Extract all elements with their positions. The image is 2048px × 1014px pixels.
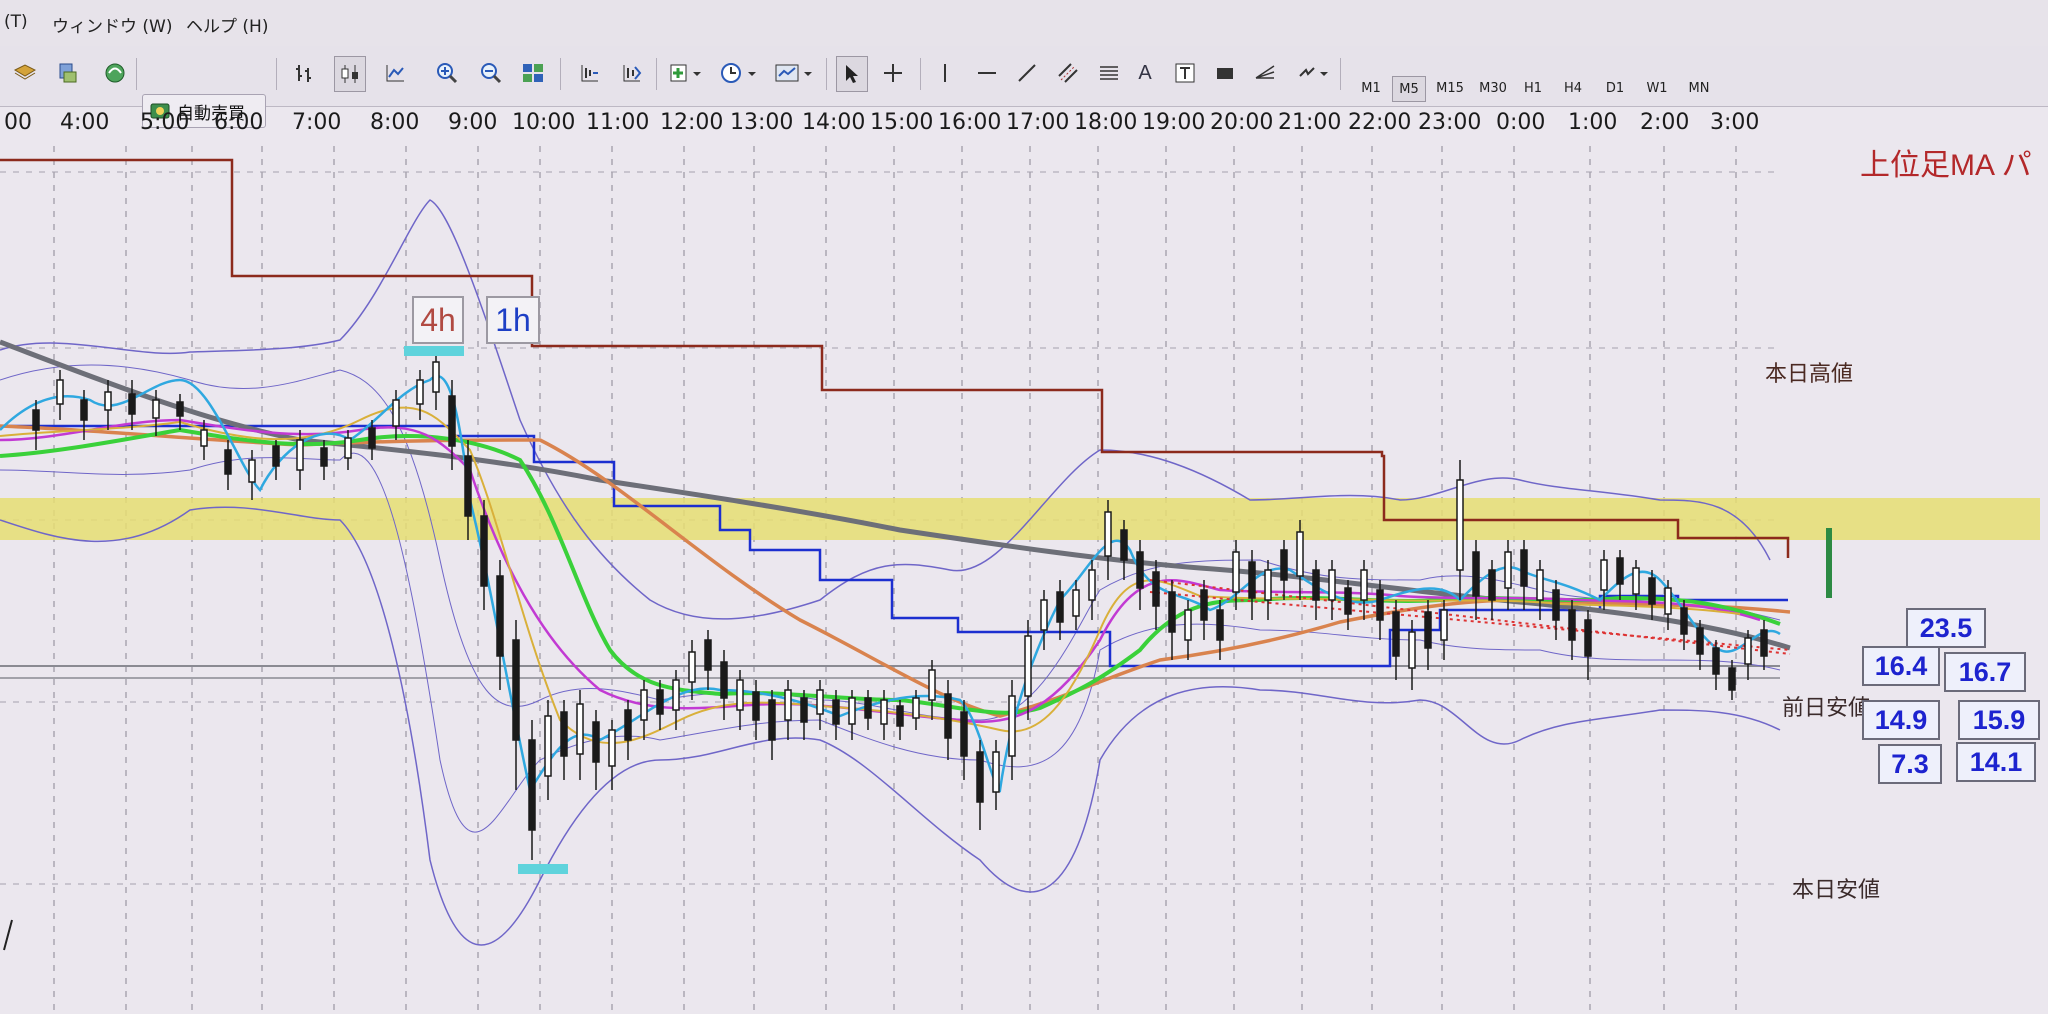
upper-tf-ma-title: 上位足MA パ xyxy=(1860,149,2032,182)
templates-icon[interactable] xyxy=(772,56,818,90)
time-label: 23:00 xyxy=(1418,110,1482,135)
long-ma xyxy=(0,339,1791,651)
magenta-ma xyxy=(0,418,1761,724)
today-high-label: 本日高値 xyxy=(1765,361,1854,386)
timeframe-m30[interactable]: M30 xyxy=(1474,76,1512,100)
time-label: 11:00 xyxy=(586,110,650,135)
navigator-icon[interactable] xyxy=(52,56,82,90)
value-box: 14.1 xyxy=(1956,742,2036,782)
cursor-icon[interactable] xyxy=(836,56,868,92)
bollinger-lower xyxy=(0,506,1781,946)
value-box: 15.9 xyxy=(1958,700,2040,740)
timeframe-d1[interactable]: D1 xyxy=(1600,76,1630,100)
cyan-ma xyxy=(0,374,1781,794)
time-label: 13:00 xyxy=(730,110,794,135)
time-label: 7:00 xyxy=(292,110,342,135)
time-label: 21:00 xyxy=(1278,110,1342,135)
zoom-out-icon[interactable] xyxy=(476,56,506,90)
time-label: 22:00 xyxy=(1348,110,1412,135)
time-label: 15:00 xyxy=(870,110,934,135)
horizontal-line-icon[interactable] xyxy=(972,56,1002,90)
time-label: 00 xyxy=(4,110,32,135)
support-band xyxy=(0,498,2040,540)
time-label: 18:00 xyxy=(1074,110,1138,135)
line-chart-icon[interactable] xyxy=(380,56,410,90)
chart-folder-icon[interactable] xyxy=(10,56,40,90)
time-label: 12:00 xyxy=(660,110,724,135)
vertical-line-icon[interactable] xyxy=(930,56,960,90)
time-label: 20:00 xyxy=(1210,110,1274,135)
timeframe-h4[interactable]: H4 xyxy=(1558,76,1588,100)
price-chart[interactable] xyxy=(0,0,2048,1014)
text-label-icon[interactable] xyxy=(1170,56,1200,90)
bollinger-upper xyxy=(0,199,1771,620)
rectangle-icon[interactable] xyxy=(1210,56,1240,90)
time-label: 5:00 xyxy=(140,110,190,135)
time-label: 17:00 xyxy=(1006,110,1070,135)
value-box: 14.9 xyxy=(1862,700,1940,740)
timeframe-m15[interactable]: M15 xyxy=(1432,76,1468,100)
equidistant-channel-icon[interactable] xyxy=(1054,56,1084,90)
crosshair-icon[interactable] xyxy=(878,56,908,90)
tag-4h: 4h xyxy=(412,296,464,344)
time-label: 14:00 xyxy=(802,110,866,135)
prev-day-low-label: 前日安値 xyxy=(1782,695,1871,720)
time-label: 0:00 xyxy=(1496,110,1546,135)
timeframe-m1[interactable]: M1 xyxy=(1356,76,1386,100)
time-label: 16:00 xyxy=(938,110,1002,135)
menu-item-help[interactable]: ヘルプ (H) xyxy=(186,12,268,37)
time-label: 3:00 xyxy=(1710,110,1760,135)
timeframe-mn[interactable]: MN xyxy=(1682,76,1716,100)
trendline-icon[interactable] xyxy=(1012,56,1042,90)
time-axis: 00 4:00 5:00 6:00 7:00 8:00 9:00 10:00 1… xyxy=(0,106,1780,146)
orange-ma xyxy=(0,424,1791,718)
periods-clock-icon[interactable] xyxy=(718,56,762,90)
time-label: 6:00 xyxy=(214,110,264,135)
text-tool-icon[interactable]: A xyxy=(1130,56,1160,90)
time-label: 2:00 xyxy=(1640,110,1690,135)
menu-item-tools[interactable]: (T) xyxy=(4,12,28,32)
timeframe-h1[interactable]: H1 xyxy=(1518,76,1548,100)
time-label: 19:00 xyxy=(1142,110,1206,135)
today-low-label: 本日安値 xyxy=(1792,877,1881,902)
yellow-ma xyxy=(0,406,1741,744)
value-box: 16.7 xyxy=(1944,652,2026,692)
high-marker xyxy=(404,346,464,356)
time-label: 10:00 xyxy=(512,110,576,135)
timeframe-w1[interactable]: W1 xyxy=(1642,76,1672,100)
autoscroll-icon[interactable] xyxy=(616,56,646,90)
value-box: 16.4 xyxy=(1862,646,1940,686)
value-box: 7.3 xyxy=(1878,744,1942,784)
red-dotted-trend xyxy=(1149,579,1791,655)
horizontal-gridlines xyxy=(0,171,1780,885)
tag-1h: 1h xyxy=(486,296,540,344)
indicators-icon[interactable] xyxy=(666,56,706,90)
terminal-icon[interactable] xyxy=(100,56,130,90)
fibonacci-icon[interactable] xyxy=(1094,56,1124,90)
time-label: 8:00 xyxy=(370,110,420,135)
blue-tf-ma xyxy=(0,424,1788,668)
low-marker xyxy=(518,864,568,874)
candlesticks xyxy=(32,350,1768,860)
time-label: 1:00 xyxy=(1568,110,1618,135)
tile-windows-icon[interactable] xyxy=(518,56,548,90)
time-label: 4:00 xyxy=(60,110,110,135)
timeframe-m5[interactable]: M5 xyxy=(1392,76,1426,102)
green-ma xyxy=(0,427,1781,715)
value-box: 23.5 xyxy=(1906,608,1986,648)
upper-tf-ma xyxy=(0,158,1790,558)
green-marker xyxy=(1826,528,1832,598)
chart-shift-icon[interactable] xyxy=(574,56,604,90)
candlestick-icon[interactable] xyxy=(334,56,366,92)
menu-bar: (T) ウィンドウ (W) ヘルプ (H) xyxy=(0,0,2048,47)
menu-item-window[interactable]: ウィンドウ (W) xyxy=(52,12,172,37)
zoom-in-icon[interactable] xyxy=(432,56,462,90)
fibo-fan-icon[interactable] xyxy=(1250,56,1280,90)
bar-chart-icon[interactable] xyxy=(290,56,320,90)
time-label: 9:00 xyxy=(448,110,498,135)
toolbar: 自動売買 A xyxy=(0,46,2048,128)
vertical-gridlines xyxy=(53,146,1737,1014)
arrows-icon[interactable] xyxy=(1294,56,1334,90)
